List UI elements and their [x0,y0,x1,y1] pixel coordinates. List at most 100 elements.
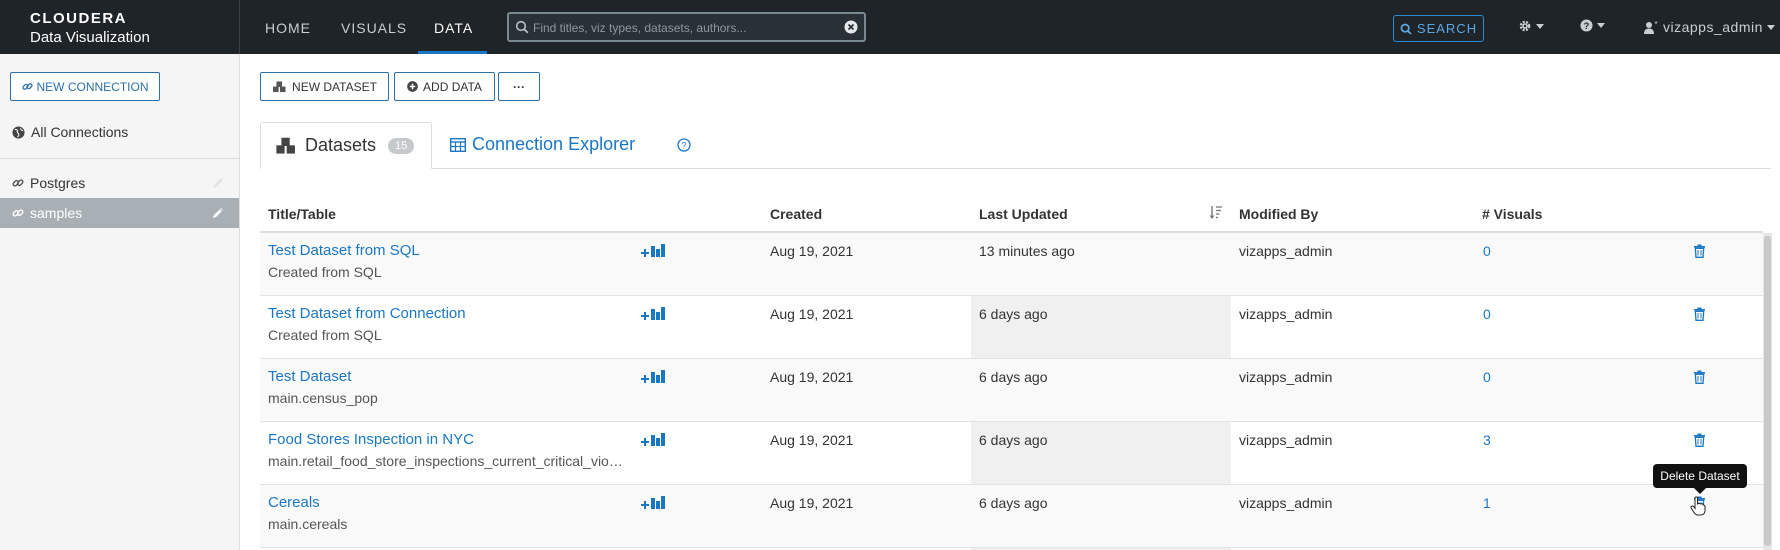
top-navbar: CLOUDERA Data Visualization HOME VISUALS… [0,0,1780,54]
dataset-visuals-count[interactable]: 0 [1483,369,1491,385]
table-row[interactable]: Test Dataset main.census_pop Aug 19, 202… [260,359,1763,422]
dataset-source: main.retail_food_store_inspections_curre… [268,453,623,469]
help-menu[interactable]: ? [1580,19,1605,32]
header-last-updated[interactable]: Last Updated [979,206,1068,222]
search-button[interactable]: SEARCH [1393,15,1484,42]
sort-descending-icon[interactable] [1209,205,1223,220]
table-row[interactable]: Cereals main.cereals Aug 19, 2021 6 days… [260,485,1763,548]
new-visual-icon[interactable] [640,306,666,322]
chevron-down-icon [1597,23,1605,28]
dataset-modified-by: vizapps_admin [1239,495,1333,511]
nav-active-indicator [418,51,487,54]
dataset-source: main.census_pop [268,390,378,406]
question-circle-icon: ? [1580,19,1593,32]
table-row[interactable]: Test Dataset from Connection Created fro… [260,296,1763,359]
add-data-label: ADD DATA [423,79,482,94]
dataset-source: Created from SQL [268,327,382,343]
dataset-title-link[interactable]: Food Stores Inspection in NYC [268,431,474,448]
more-options-button[interactable]: ··· [498,72,540,101]
connection-item-samples[interactable]: samples [0,198,239,228]
delete-dataset-tooltip: Delete Dataset [1653,464,1747,494]
pencil-icon[interactable] [211,176,225,190]
question-circle-icon[interactable]: ? [677,138,691,152]
dataset-last-updated: 6 days ago [979,495,1048,511]
new-dataset-button[interactable]: NEW DATASET [260,72,389,101]
trash-icon[interactable] [1693,307,1706,321]
connection-label: Postgres [30,175,86,191]
user-menu[interactable]: * vizapps_admin [1643,19,1775,35]
scrollbar-thumb[interactable] [1764,236,1771,546]
trash-icon[interactable] [1693,370,1706,384]
header-modified-by[interactable]: Modified By [1239,206,1318,222]
clear-search-icon[interactable] [844,20,858,34]
link-icon [12,209,24,217]
link-icon [21,83,33,90]
svg-text:?: ? [681,141,686,151]
settings-menu[interactable] [1518,19,1544,33]
dataset-visuals-count[interactable]: 3 [1483,432,1491,448]
nav-home[interactable]: HOME [265,20,311,36]
dataset-created: Aug 19, 2021 [770,369,854,385]
connections-sidebar: NEW CONNECTION All Connections Postgres … [0,54,240,550]
header-title-table[interactable]: Title/Table [268,206,336,222]
brand-divider [239,0,240,54]
dataset-visuals-count[interactable]: 0 [1483,306,1491,322]
dataset-created: Aug 19, 2021 [770,243,854,259]
new-visual-icon[interactable] [640,432,666,448]
table-grid-icon [450,137,466,152]
dataset-last-updated: 13 minutes ago [979,243,1075,259]
pointer-hand-icon [1690,496,1706,516]
svg-text:*: * [1654,21,1657,29]
sidebar-divider [0,158,240,159]
chevron-down-icon [1766,24,1775,30]
datasets-count-badge: 15 [388,137,415,154]
brand-name: CLOUDERA [30,10,127,27]
new-connection-button[interactable]: NEW CONNECTION [10,72,160,101]
brand-logo[interactable]: CLOUDERA Data Visualization [30,10,150,46]
tabs-divider [431,168,1771,169]
all-connections-link[interactable]: All Connections [12,124,128,140]
connection-item-postgres[interactable]: Postgres [0,168,239,198]
header-visuals-count[interactable]: # Visuals [1482,206,1542,222]
dataset-last-updated: 6 days ago [979,369,1048,385]
dataset-modified-by: vizapps_admin [1239,369,1333,385]
search-input[interactable] [533,18,833,38]
dataset-visuals-count[interactable]: 1 [1483,495,1491,511]
dataset-visuals-count[interactable]: 0 [1483,243,1491,259]
cubes-icon [276,137,295,154]
add-data-button[interactable]: ADD DATA [394,72,495,101]
tab-connection-explorer-label: Connection Explorer [472,134,636,154]
new-visual-icon[interactable] [640,495,666,511]
dataset-modified-by: vizapps_admin [1239,243,1333,259]
dataset-title-link[interactable]: Test Dataset from SQL [268,242,420,259]
chevron-down-icon [1536,23,1544,29]
dataset-title-link[interactable]: Cereals [268,494,320,511]
dataset-last-updated: 6 days ago [979,306,1048,322]
trash-icon[interactable] [1693,433,1706,447]
gear-icon [1519,20,1531,32]
nav-visuals[interactable]: VISUALS [341,20,407,36]
table-row[interactable]: Test Dataset from SQL Created from SQL A… [260,233,1763,296]
connection-label: samples [30,205,83,221]
nav-data[interactable]: DATA [434,20,473,36]
dataset-created: Aug 19, 2021 [770,432,854,448]
user-name: vizapps_admin [1663,19,1763,35]
header-created[interactable]: Created [770,206,822,222]
tab-datasets[interactable]: Datasets 15 [260,122,432,169]
brand-product: Data Visualization [30,29,150,46]
search-icon [1400,23,1412,35]
new-connection-label: NEW CONNECTION [36,79,149,94]
dataset-title-link[interactable]: Test Dataset from Connection [268,305,466,322]
dataset-title-link[interactable]: Test Dataset [268,368,351,385]
trash-icon[interactable] [1693,244,1706,258]
tab-datasets-label: Datasets [305,135,377,155]
pencil-icon[interactable] [211,206,225,220]
dataset-created: Aug 19, 2021 [770,306,854,322]
table-row[interactable]: Food Stores Inspection in NYC main.retai… [260,422,1763,485]
new-visual-icon[interactable] [640,243,666,259]
dataset-last-updated: 6 days ago [979,432,1048,448]
dataset-modified-by: vizapps_admin [1239,306,1333,322]
tab-connection-explorer[interactable]: Connection Explorer [450,134,635,155]
user-admin-icon: * [1644,21,1658,34]
new-visual-icon[interactable] [640,369,666,385]
